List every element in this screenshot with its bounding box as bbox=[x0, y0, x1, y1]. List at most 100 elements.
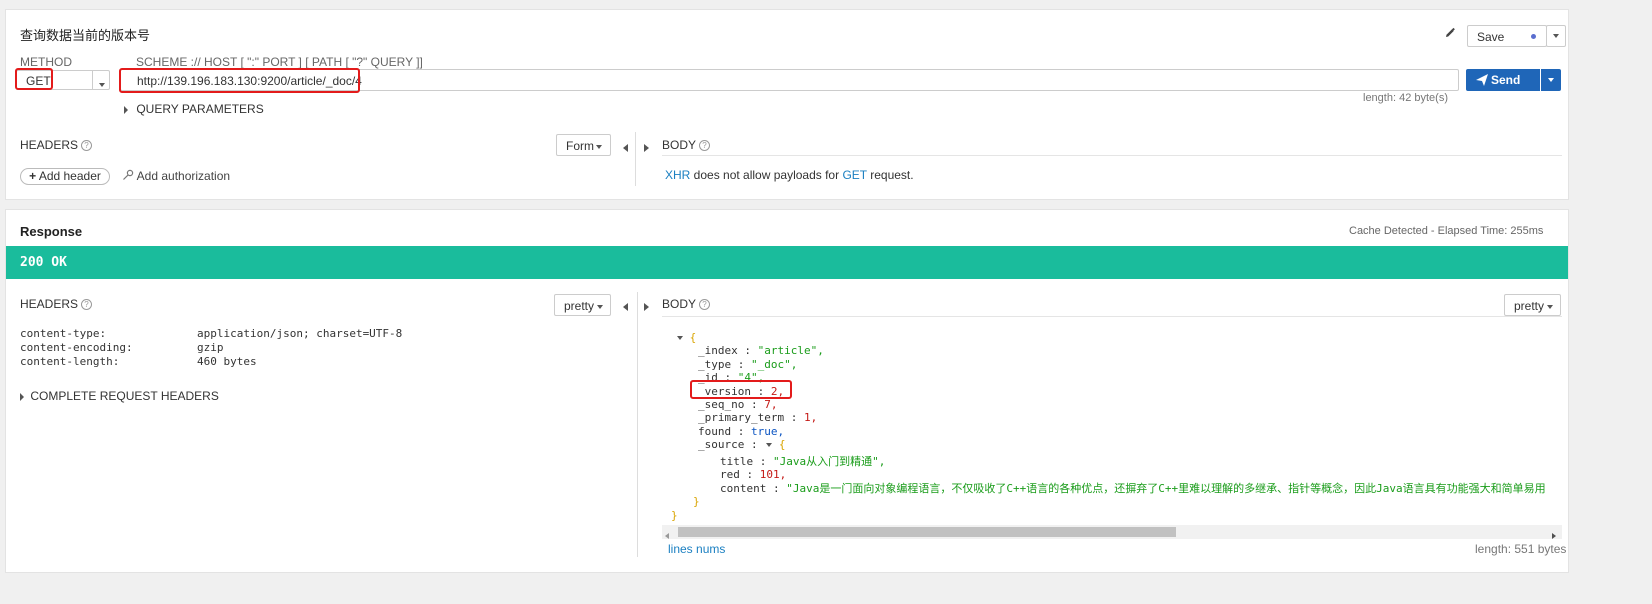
collapse-json-icon[interactable] bbox=[766, 443, 773, 448]
request-body-heading: BODY? bbox=[662, 138, 711, 152]
save-label: Save bbox=[1477, 30, 1505, 44]
form-label: Form bbox=[566, 139, 594, 153]
complete-request-headers-toggle[interactable]: COMPLETE REQUEST HEADERS bbox=[20, 389, 219, 403]
body-length-text: length: 551 bytes bbox=[1475, 542, 1567, 556]
expand-right-icon[interactable] bbox=[644, 299, 649, 313]
json-viewer: { _index : "article", _type : "_doc", _i… bbox=[662, 331, 1562, 521]
json-value: "Java从入门到精通", bbox=[773, 455, 886, 468]
json-key: _index bbox=[698, 344, 738, 358]
paper-plane-icon bbox=[1476, 74, 1488, 86]
method-label: METHOD bbox=[20, 55, 72, 69]
header-row: content-encoding: gzip bbox=[20, 341, 402, 355]
add-header-button[interactable]: + Add header bbox=[20, 168, 110, 185]
json-value: "_doc", bbox=[751, 357, 798, 371]
json-key: _source bbox=[698, 438, 745, 452]
request-body-label: BODY bbox=[662, 138, 697, 152]
chevron-down-icon bbox=[597, 305, 603, 309]
header-name: content-type: bbox=[20, 327, 107, 340]
status-code-text: 200 OK bbox=[20, 255, 67, 270]
json-separator: : bbox=[784, 411, 804, 425]
header-value: 460 bytes bbox=[197, 355, 257, 368]
edit-pencil-icon[interactable] bbox=[1444, 27, 1456, 42]
header-name: content-length: bbox=[20, 355, 120, 368]
collapse-left-icon[interactable] bbox=[623, 299, 628, 313]
json-separator: : bbox=[753, 455, 773, 468]
collapse-json-icon[interactable] bbox=[677, 336, 683, 340]
header-name: content-encoding: bbox=[20, 341, 133, 354]
help-icon[interactable]: ? bbox=[699, 299, 711, 311]
send-dropdown-toggle[interactable] bbox=[1541, 69, 1561, 91]
note-middle-text: does not allow payloads for bbox=[690, 168, 843, 182]
json-brace: } bbox=[671, 508, 678, 521]
response-body-label: BODY bbox=[662, 297, 697, 311]
header-value: gzip bbox=[197, 341, 224, 354]
query-parameters-toggle[interactable]: QUERY PARAMETERS bbox=[124, 102, 264, 116]
scroll-left-icon[interactable] bbox=[665, 528, 669, 542]
add-authorization-label: Add authorization bbox=[136, 169, 231, 183]
scrollbar-thumb[interactable] bbox=[678, 527, 1176, 537]
json-separator: : bbox=[731, 424, 751, 438]
method-dropdown-divider bbox=[92, 71, 93, 89]
json-separator: : bbox=[731, 357, 751, 371]
body-heading-underline bbox=[662, 316, 1562, 317]
url-highlight-box bbox=[119, 68, 360, 93]
key-icon bbox=[123, 169, 134, 180]
help-icon[interactable]: ? bbox=[81, 299, 93, 311]
request-title: 查询数据当前的版本号 bbox=[20, 28, 151, 43]
save-button[interactable]: Save bbox=[1467, 25, 1547, 47]
xhr-link[interactable]: XHR bbox=[665, 168, 690, 182]
json-brace: } bbox=[693, 495, 700, 509]
help-icon[interactable]: ? bbox=[699, 140, 711, 152]
version-highlight-box bbox=[690, 380, 792, 399]
json-separator: : bbox=[739, 468, 760, 482]
collapse-left-icon[interactable] bbox=[623, 140, 628, 154]
json-key: content bbox=[720, 481, 767, 495]
json-key: _type bbox=[698, 357, 732, 371]
cache-elapsed-text: Cache Detected - Elapsed Time: 255ms bbox=[1349, 225, 1544, 237]
send-button[interactable]: Send bbox=[1466, 69, 1540, 91]
chevron-down-icon bbox=[1548, 77, 1554, 82]
chevron-right-icon bbox=[20, 392, 24, 401]
help-icon[interactable]: ? bbox=[81, 140, 93, 152]
json-key: _seq_no bbox=[698, 398, 745, 411]
chevron-down-icon bbox=[596, 145, 602, 149]
headers-form-select[interactable]: Form bbox=[556, 134, 611, 156]
response-headers-list: content-type: application/json; charset=U… bbox=[20, 327, 402, 369]
chevron-right-icon bbox=[124, 105, 128, 114]
json-value: 101, bbox=[759, 468, 787, 482]
horizontal-scrollbar[interactable] bbox=[662, 525, 1562, 539]
json-brace: { bbox=[689, 331, 697, 344]
scroll-right-icon[interactable] bbox=[1552, 528, 1556, 542]
query-parameters-label: QUERY PARAMETERS bbox=[136, 102, 264, 116]
header-row: content-length: 460 bytes bbox=[20, 355, 402, 369]
request-headers-label: HEADERS bbox=[20, 138, 79, 152]
json-value: 7, bbox=[764, 398, 778, 411]
pretty-label: pretty bbox=[564, 299, 595, 313]
note-end-text: request. bbox=[866, 168, 914, 182]
panel-divider bbox=[637, 292, 638, 557]
json-value: 1, bbox=[803, 411, 818, 425]
expand-right-icon[interactable] bbox=[644, 140, 649, 154]
json-brace: { bbox=[778, 438, 786, 452]
unsaved-dot-icon bbox=[1531, 34, 1536, 39]
get-link[interactable]: GET bbox=[842, 168, 866, 182]
body-pretty-select[interactable]: pretty bbox=[1504, 294, 1561, 316]
lines-nums-link[interactable]: lines nums bbox=[668, 542, 725, 556]
add-authorization-link[interactable]: Add authorization bbox=[122, 169, 230, 183]
json-key: title bbox=[720, 455, 754, 468]
response-headers-label: HEADERS bbox=[20, 297, 79, 311]
header-row: content-type: application/json; charset=U… bbox=[20, 327, 402, 341]
plus-icon: + bbox=[29, 169, 37, 183]
json-key: _primary_term bbox=[698, 411, 785, 425]
response-headers-heading: HEADERS? bbox=[20, 297, 93, 311]
scheme-label: SCHEME :// HOST [ ":" PORT ] [ PATH [ "?… bbox=[136, 55, 423, 69]
header-value: application/json; charset=UTF-8 bbox=[197, 327, 403, 340]
save-dropdown-toggle[interactable] bbox=[1546, 25, 1566, 47]
url-length-text: length: 42 byte(s) bbox=[1363, 92, 1448, 104]
body-payload-note: XHR does not allow payloads for GET requ… bbox=[665, 168, 914, 182]
headers-pretty-select[interactable]: pretty bbox=[554, 294, 611, 316]
request-panel: 查询数据当前的版本号 Save METHOD SCHEME :// HOST [… bbox=[5, 9, 1569, 200]
chevron-down-icon bbox=[1553, 33, 1559, 38]
status-bar: 200 OK bbox=[6, 246, 1568, 279]
json-separator: : bbox=[737, 344, 758, 358]
